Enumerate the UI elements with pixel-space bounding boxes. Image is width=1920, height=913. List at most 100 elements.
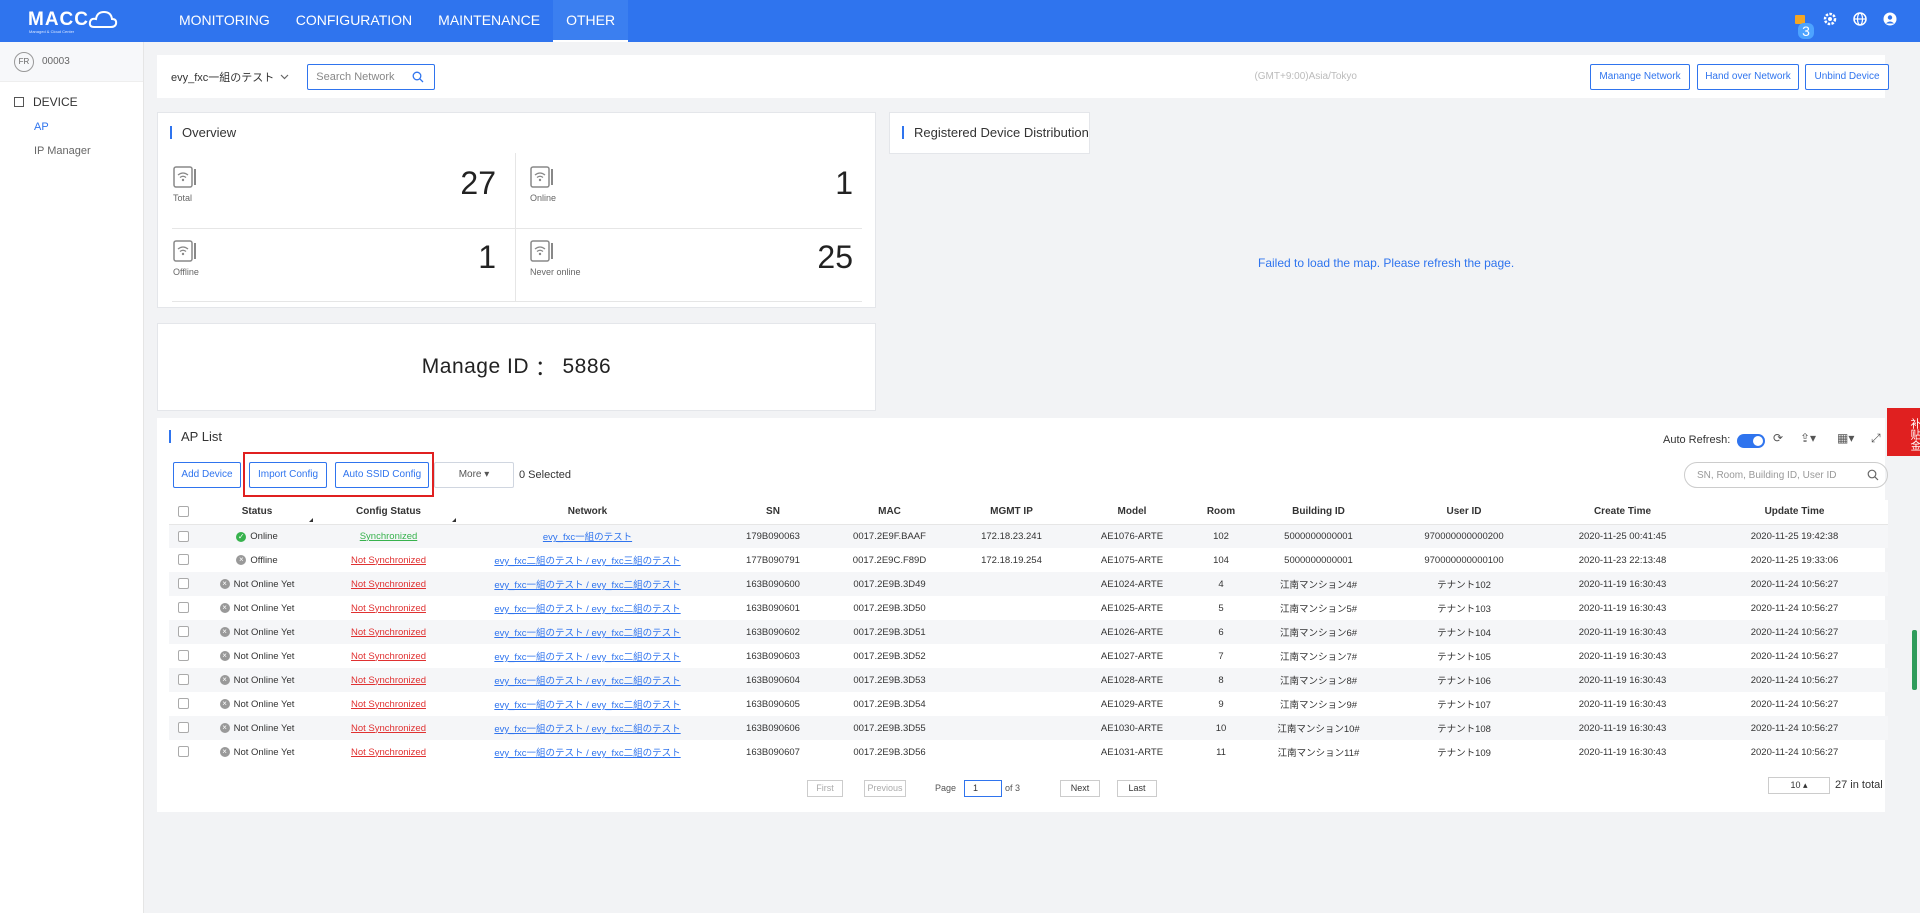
notification-icon[interactable]: 3 <box>1792 12 1814 39</box>
network-link[interactable]: evy_fxc二組のテスト / evy_fxc三組のテスト <box>494 556 680 567</box>
row-checkbox[interactable] <box>177 722 189 734</box>
user-id-cell: テナント102 <box>1384 572 1544 596</box>
table-row[interactable]: × Not Online Yet Not Synchronized evy_fxc一組… <box>169 716 1888 740</box>
sort-icon[interactable] <box>309 517 313 522</box>
last-page-button[interactable]: Last <box>1117 780 1157 797</box>
search-icon[interactable] <box>1867 469 1879 481</box>
network-link[interactable]: evy_fxc一組のテスト / evy_fxc二組のテスト <box>494 652 680 663</box>
column-settings-icon[interactable]: ▦▾ <box>1837 431 1854 445</box>
nav-configuration[interactable]: CONFIGURATION <box>283 0 425 42</box>
network-link[interactable]: evy_fxc一組のテスト / evy_fxc二組のテスト <box>494 724 680 735</box>
model-cell: AE1030-ARTE <box>1075 716 1189 740</box>
page-number-input[interactable]: 1 <box>964 780 1002 797</box>
map-error-message[interactable]: Failed to load the map. Please refresh t… <box>1258 256 1514 270</box>
x-circle-icon: × <box>219 675 230 686</box>
table-row[interactable]: × Not Online Yet Not Synchronized evy_fxc一組… <box>169 740 1888 764</box>
config-status-link[interactable]: Not Synchronized <box>351 651 426 662</box>
first-page-button[interactable]: First <box>807 780 843 797</box>
table-header-row: Status Config Status Network SN MAC MGMT… <box>169 500 1888 525</box>
sidebar-item-ap[interactable]: AP <box>0 121 143 133</box>
row-checkbox[interactable] <box>177 626 189 638</box>
network-link[interactable]: evy_fxc一組のテスト / evy_fxc二組のテスト <box>494 700 680 711</box>
row-checkbox[interactable] <box>177 602 189 614</box>
auto-refresh-toggle[interactable] <box>1737 434 1765 448</box>
config-status-link[interactable]: Not Synchronized <box>351 579 426 590</box>
manage-network-button[interactable]: Manange Network <box>1590 64 1690 90</box>
select-all-checkbox[interactable] <box>177 506 189 518</box>
row-checkbox[interactable] <box>177 578 189 590</box>
status-cell: × Not Online Yet <box>197 572 317 596</box>
sidebar-group-device[interactable]: DEVICE <box>0 95 143 109</box>
tenant-switcher[interactable]: FR 00003 <box>0 42 143 82</box>
page-size-select[interactable]: 10 ▴ <box>1768 777 1830 794</box>
config-status-link[interactable]: Not Synchronized <box>351 627 426 638</box>
row-checkbox[interactable] <box>177 530 189 542</box>
add-device-button[interactable]: Add Device <box>173 462 241 488</box>
nav-maintenance[interactable]: MAINTENANCE <box>425 0 553 42</box>
column-header-status[interactable]: Status <box>197 500 317 525</box>
network-link[interactable]: evy_fxc一組のテスト / evy_fxc二組のテスト <box>494 676 680 687</box>
macc-logo[interactable]: MACC Managed & Cloud Center <box>28 7 120 35</box>
config-status-cell: Not Synchronized <box>317 716 460 740</box>
caret-up-icon: ▴ <box>1803 780 1808 790</box>
export-icon[interactable]: ⇪▾ <box>1800 431 1816 445</box>
status-badge: × Not Online Yet <box>219 603 294 614</box>
user-icon[interactable] <box>1882 12 1898 28</box>
ap-search-input[interactable] <box>1697 469 1867 481</box>
status-cell: × Not Online Yet <box>197 740 317 764</box>
config-status-link[interactable]: Synchronized <box>360 531 418 542</box>
column-label: Status <box>241 506 273 518</box>
network-link[interactable]: evy_fxc一組のテスト / evy_fxc二組のテスト <box>494 580 680 591</box>
unbind-device-button[interactable]: Unbind Device <box>1805 64 1889 90</box>
column-header-network: Network <box>460 500 715 525</box>
network-search <box>307 63 436 90</box>
promo-tab[interactable]: 补贴金 <box>1887 408 1920 456</box>
table-row[interactable]: × Not Online Yet Not Synchronized evy_fxc一組… <box>169 572 1888 596</box>
network-link[interactable]: evy_fxc一組のテスト / evy_fxc二組のテスト <box>494 748 680 759</box>
config-status-link[interactable]: Not Synchronized <box>351 555 426 566</box>
search-icon[interactable] <box>412 71 424 83</box>
row-checkbox[interactable] <box>177 554 189 566</box>
hand-over-network-button[interactable]: Hand over Network <box>1697 64 1799 90</box>
row-checkbox[interactable] <box>177 674 189 686</box>
table-row[interactable]: ✓ Online Synchronized evy_fxc一組のテスト 179B0900… <box>169 524 1888 548</box>
table-row[interactable]: × Offline Not Synchronized evy_fxc二組のテスト / … <box>169 548 1888 572</box>
globe-icon[interactable] <box>1852 12 1868 28</box>
table-row[interactable]: × Not Online Yet Not Synchronized evy_fxc一組… <box>169 668 1888 692</box>
sidebar-item-ip-manager[interactable]: IP Manager <box>0 145 143 157</box>
nav-monitoring[interactable]: MONITORING <box>166 0 283 42</box>
total-count: 27 in total <box>1835 779 1883 791</box>
scrollbar-thumb[interactable] <box>1912 630 1917 690</box>
config-status-link[interactable]: Not Synchronized <box>351 723 426 734</box>
sort-icon[interactable] <box>452 517 456 522</box>
mac-cell: 0017.2E9B.3D54 <box>853 698 926 710</box>
page-label: Page <box>935 783 957 793</box>
table-row[interactable]: × Not Online Yet Not Synchronized evy_fxc一組… <box>169 644 1888 668</box>
config-status-link[interactable]: Not Synchronized <box>351 747 426 758</box>
gear-icon[interactable] <box>1822 12 1838 28</box>
ap-list-title: AP List <box>169 430 222 443</box>
network-search-input[interactable] <box>316 70 413 83</box>
row-checkbox[interactable] <box>177 698 189 710</box>
network-select[interactable]: evy_fxc一組のテスト <box>171 69 289 85</box>
row-checkbox[interactable] <box>177 746 189 758</box>
network-link[interactable]: evy_fxc一組のテスト / evy_fxc二組のテスト <box>494 628 680 639</box>
row-checkbox[interactable] <box>177 650 189 662</box>
model-cell: AE1031-ARTE <box>1100 746 1164 758</box>
table-row[interactable]: × Not Online Yet Not Synchronized evy_fxc一組… <box>169 620 1888 644</box>
network-link[interactable]: evy_fxc一組のテスト <box>543 532 632 543</box>
previous-page-button[interactable]: Previous <box>864 780 906 797</box>
table-row[interactable]: × Not Online Yet Not Synchronized evy_fxc一組… <box>169 692 1888 716</box>
config-status-link[interactable]: Not Synchronized <box>351 603 426 614</box>
fullscreen-icon[interactable]: ⤢ <box>1871 431 1881 446</box>
table-row[interactable]: × Not Online Yet Not Synchronized evy_fxc一組… <box>169 596 1888 620</box>
more-dropdown[interactable]: More ▾ <box>434 462 514 488</box>
network-link[interactable]: evy_fxc一組のテスト / evy_fxc二組のテスト <box>494 604 680 615</box>
nav-other[interactable]: OTHER <box>553 0 629 42</box>
column-header-config-status[interactable]: Config Status <box>317 500 460 525</box>
next-page-button[interactable]: Next <box>1060 780 1100 797</box>
refresh-icon[interactable]: ⟳ <box>1773 431 1783 445</box>
config-status-link[interactable]: Not Synchronized <box>351 675 426 686</box>
column-header-mgmt-ip: MGMT IP <box>948 500 1075 525</box>
config-status-link[interactable]: Not Synchronized <box>351 699 426 710</box>
